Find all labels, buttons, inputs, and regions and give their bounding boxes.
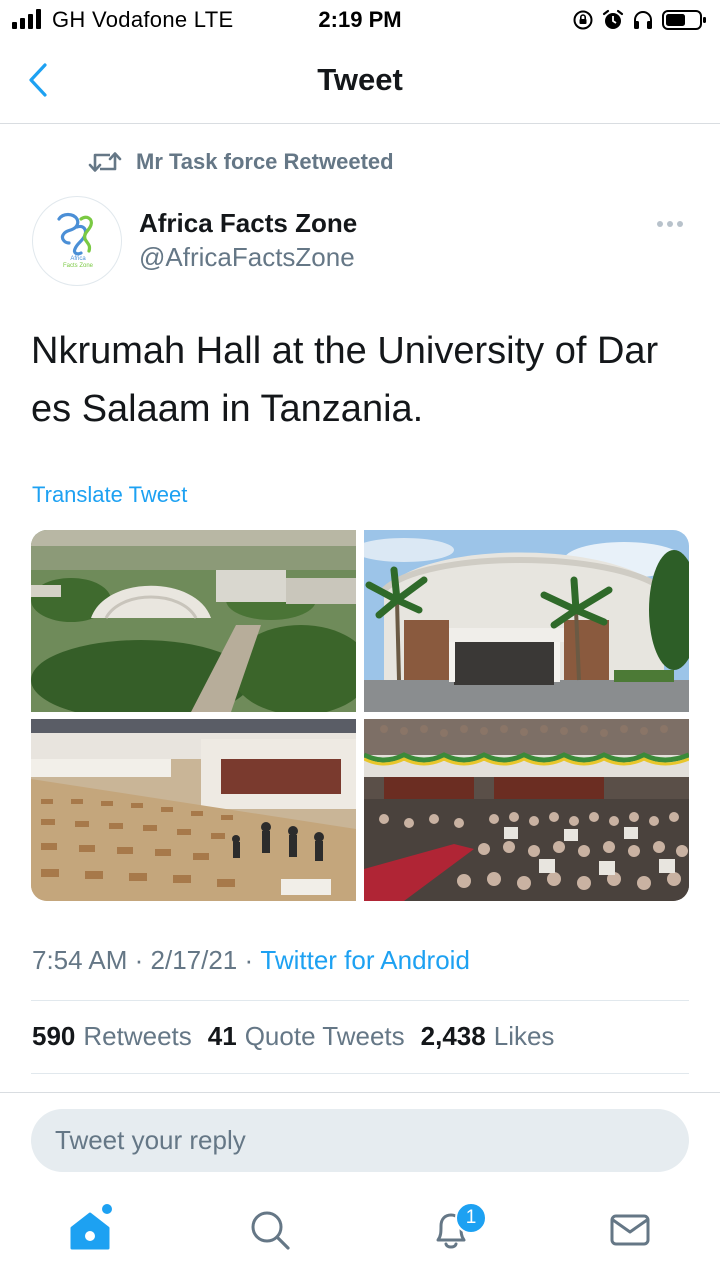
- tweet-text: Nkrumah Hall at the University of Dar es…: [31, 330, 659, 430]
- tweet-stats: 590 Retweets 41 Quote Tweets 2,438 Likes: [32, 1021, 554, 1052]
- home-icon: [70, 1212, 110, 1250]
- avatar[interactable]: Africa Facts Zone: [32, 196, 122, 286]
- tab-search[interactable]: [240, 1200, 300, 1260]
- quote-tweets-count: 41: [207, 1021, 237, 1051]
- retweets-stat[interactable]: 590 Retweets: [32, 1021, 192, 1052]
- media-auditorium[interactable]: [364, 719, 689, 901]
- retweet-context-label: Mr Task force Retweeted: [136, 149, 394, 174]
- author-handle[interactable]: @AfricaFactsZone: [139, 242, 355, 273]
- likes-stat[interactable]: 2,438 Likes: [421, 1021, 555, 1052]
- reply-input[interactable]: [31, 1109, 689, 1172]
- tab-home[interactable]: [60, 1200, 120, 1260]
- nav-bar: Tweet: [0, 40, 720, 124]
- meta-separator: ·: [127, 945, 151, 975]
- notifications-badge: 1: [455, 1202, 487, 1234]
- battery-icon: [662, 10, 706, 30]
- retweets-label: Retweets: [83, 1021, 192, 1051]
- more-dot: [677, 221, 683, 227]
- meta-separator: ·: [237, 945, 261, 975]
- page-title: Tweet: [317, 62, 403, 97]
- alarm-icon: [602, 9, 624, 29]
- auditorium-image: [364, 719, 689, 901]
- tab-notifications[interactable]: 1: [421, 1200, 487, 1260]
- tab-messages[interactable]: [600, 1200, 660, 1260]
- home-unread-dot: [102, 1204, 112, 1214]
- tweet-source-link[interactable]: Twitter for Android: [260, 945, 470, 976]
- likes-count: 2,438: [420, 1021, 486, 1051]
- status-icons: [572, 6, 708, 34]
- avatar-text-2: Facts Zone: [63, 263, 94, 269]
- more-options-button[interactable]: [652, 212, 688, 236]
- tweet-date: 2/17/21: [150, 945, 238, 975]
- more-dot: [667, 221, 673, 227]
- search-icon: [251, 1211, 290, 1250]
- avatar-text-1: Africa: [70, 256, 86, 262]
- tweet-meta: 7:54 AM · 2/17/21 · Twitter for Android: [32, 945, 470, 976]
- more-dot: [657, 221, 663, 227]
- retweet-icon: [88, 152, 122, 172]
- divider: [31, 1000, 689, 1001]
- likes-label: Likes: [493, 1021, 555, 1051]
- media-aerial-campus[interactable]: [31, 530, 356, 712]
- aerial-campus-image: [31, 530, 356, 712]
- hall-exterior-image: [364, 530, 689, 712]
- media-hall-exterior[interactable]: [364, 530, 689, 712]
- media-grid: [31, 530, 689, 901]
- quote-tweets-stat[interactable]: 41 Quote Tweets: [208, 1021, 405, 1052]
- exam-hall-image: [31, 719, 356, 901]
- retweets-count: 590: [32, 1021, 76, 1051]
- messages-icon: [610, 1214, 650, 1246]
- headphones-icon: [634, 11, 652, 29]
- divider: [31, 1073, 689, 1074]
- media-exam-hall[interactable]: [31, 719, 356, 901]
- reply-bar: [0, 1092, 720, 1188]
- africa-facts-zone-logo: Africa Facts Zone: [57, 212, 94, 269]
- retweet-context[interactable]: Mr Task force Retweeted: [88, 146, 394, 178]
- translate-tweet-link[interactable]: Translate Tweet: [32, 482, 187, 508]
- quote-tweets-label: Quote Tweets: [244, 1021, 405, 1051]
- lock-rotation-icon: [573, 10, 593, 30]
- status-bar: GH Vodafone LTE 2:19 PM: [0, 0, 720, 40]
- tab-bar: 1: [0, 1188, 720, 1280]
- author-name[interactable]: Africa Facts Zone: [139, 208, 357, 239]
- tweet-time: 7:54 AM: [32, 945, 128, 975]
